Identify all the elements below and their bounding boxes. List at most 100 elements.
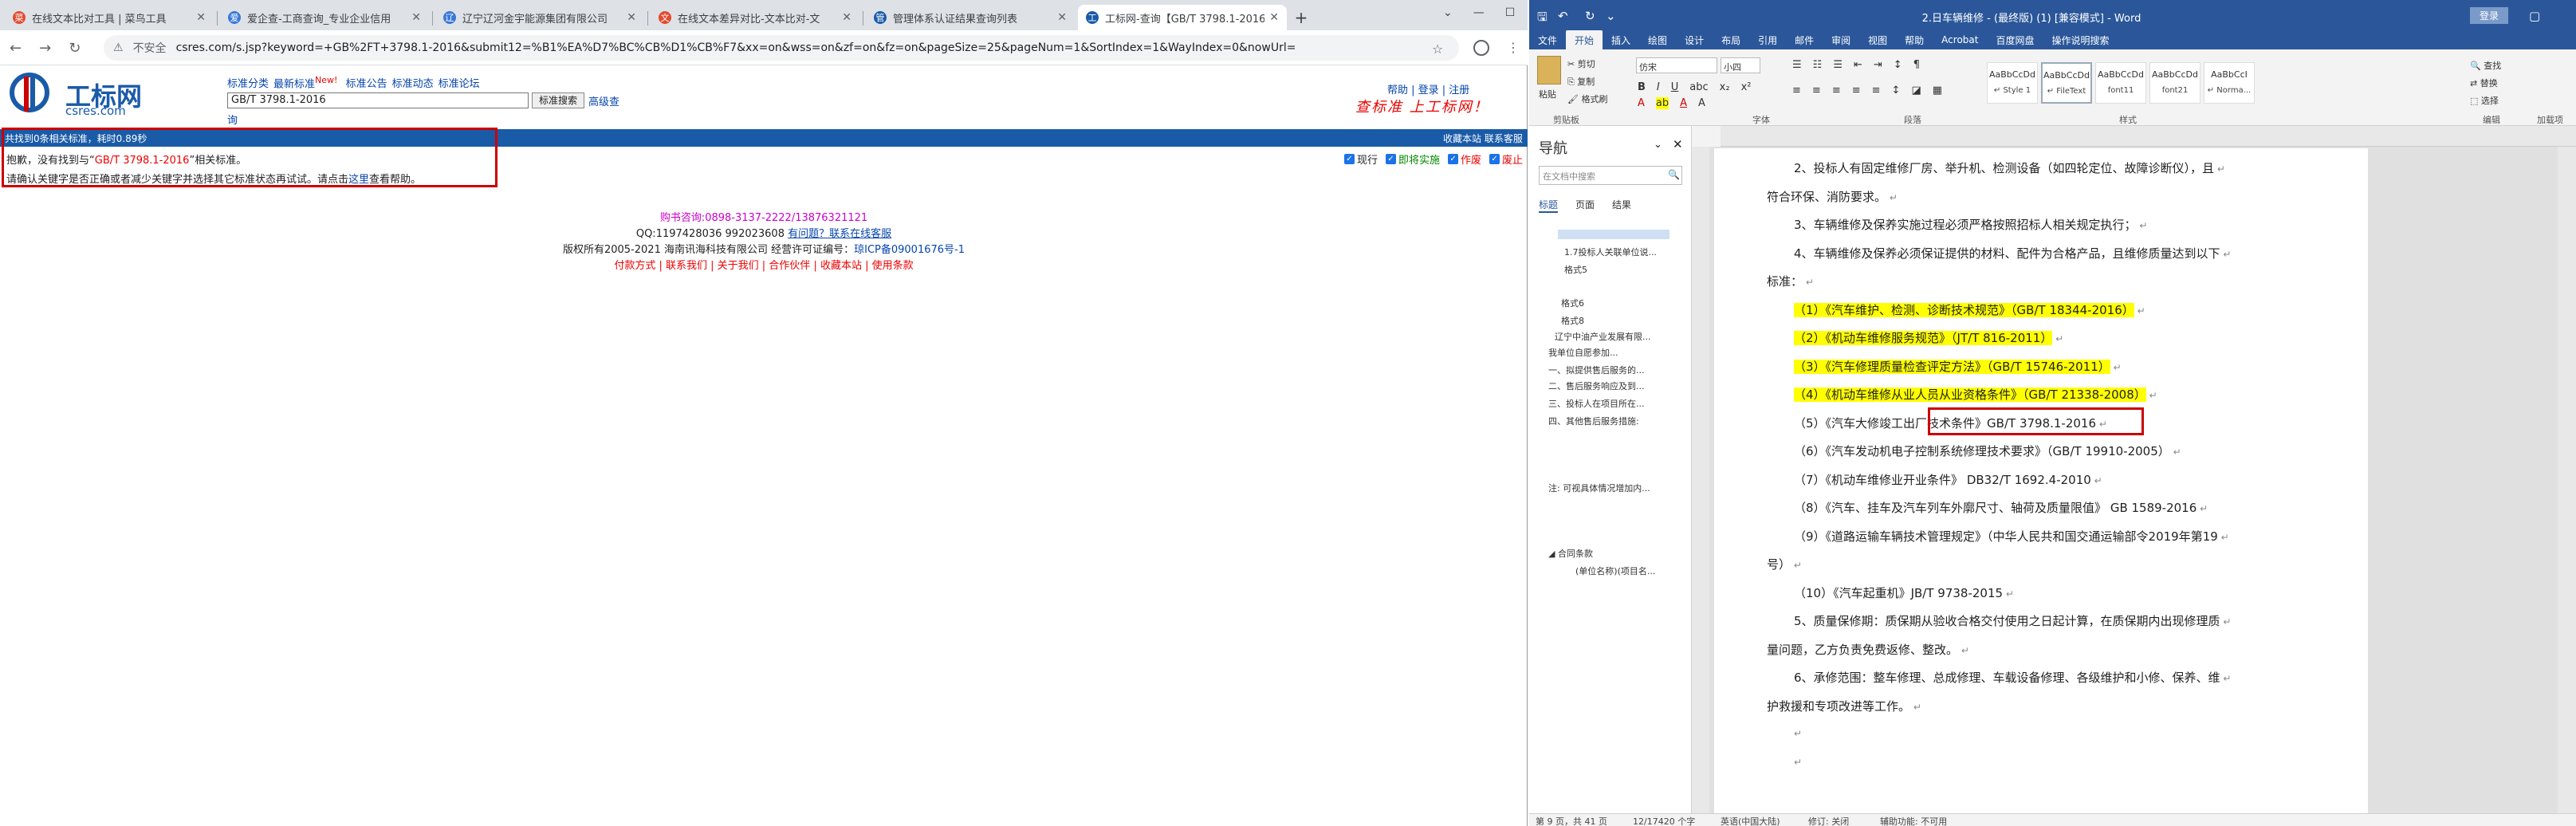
standard-search-input[interactable]: GB/T 3798.1-2016: [227, 92, 529, 108]
minimize-icon[interactable]: —: [1473, 6, 1485, 19]
new-tab-plus-icon[interactable]: +: [1292, 8, 1311, 27]
browser-tab-4[interactable]: 文 在线文本差异对比-文本比对-文 ✕: [651, 5, 859, 30]
nav-link-category[interactable]: 标准分类: [227, 78, 269, 90]
copy-button[interactable]: ⎘ 复制: [1567, 75, 1595, 88]
underline-icon[interactable]: U: [1671, 81, 1679, 93]
doc-paragraph-line[interactable]: （3）《汽车修理质量检查评定方法》（GB/T 15746-2011） ↵: [1794, 358, 2122, 375]
word-count[interactable]: 12/17420 个字: [1633, 815, 1695, 826]
browser-tab-1[interactable]: 菜 在线文本比对工具 | 菜鸟工具 ✕: [5, 5, 214, 30]
tab-draw[interactable]: 绘图: [1639, 30, 1676, 49]
nav-link-news[interactable]: 标准动态: [392, 78, 434, 90]
document-page[interactable]: 2、投标人有固定维修厂房、举升机、检测设备（如四轮定位、故障诊断仪），且 ↵ 符合…: [1714, 148, 2368, 826]
bookmark-star-icon[interactable]: ☆: [1432, 41, 1443, 57]
site-logo-domain[interactable]: csres.com: [65, 104, 126, 118]
tab-view[interactable]: 视图: [1859, 30, 1896, 49]
nav-heading-item[interactable]: 我单位自愿参加...: [1548, 346, 1692, 359]
address-bar[interactable]: ⚠ 不安全 csres.com/s.jsp?keyword=+GB%2FT+37…: [104, 35, 1459, 61]
font-color-icon[interactable]: A: [1680, 97, 1687, 109]
vertical-ruler[interactable]: [1692, 147, 1709, 813]
nav-heading-item[interactable]: 1.7投标人关联单位说...: [1564, 246, 1708, 258]
italic-icon[interactable]: I: [1657, 81, 1660, 93]
numbering-icon[interactable]: ☷: [1813, 59, 1823, 71]
search-icon[interactable]: 🔍: [1668, 169, 1680, 180]
back-arrow-icon[interactable]: ←: [10, 40, 22, 57]
doc-paragraph-line[interactable]: 号） ↵: [1767, 556, 1802, 572]
nav-heading-item[interactable]: 辽宁中油产业发展有限...: [1555, 330, 1698, 343]
customize-icon[interactable]: ⌄: [1606, 9, 1616, 23]
doc-paragraph-line[interactable]: ↵: [1794, 726, 1802, 740]
doc-paragraph-line[interactable]: （1）《汽车维护、检测、诊断技术规范》（GB/T 18344-2016） ↵: [1794, 301, 2145, 318]
checkbox-checked-icon[interactable]: ✓: [1448, 154, 1459, 164]
nav-link-latest[interactable]: 最新标准: [273, 78, 315, 90]
align-right-icon[interactable]: ≡: [1832, 85, 1841, 96]
decrease-indent-icon[interactable]: ⇤: [1854, 59, 1862, 71]
doc-paragraph-line[interactable]: 4、车辆维修及保养必须保证提供的材料、配件为合格产品，且维修质量达到以下 ↵: [1794, 245, 2231, 262]
highlight-icon[interactable]: ab: [1655, 97, 1669, 109]
browser-tab-3[interactable]: 辽 辽宁辽河金宇能源集团有限公司 ✕: [435, 5, 644, 30]
doc-paragraph-line[interactable]: （2）《机动车维修服务规范》（JT/T 816-2011） ↵: [1794, 329, 2063, 346]
tab-review[interactable]: 审阅: [1823, 30, 1859, 49]
nav-heading-item[interactable]: 注: 可视具体情况增加内...: [1548, 482, 1692, 494]
undo-icon[interactable]: ↶: [1558, 9, 1568, 23]
close-icon[interactable]: ✕: [1269, 11, 1279, 24]
close-icon[interactable]: ✕: [411, 11, 421, 24]
doc-paragraph-line[interactable]: （10）《汽车起重机》JB/T 9738-2015 ↵: [1794, 584, 2014, 601]
nav-heading-item[interactable]: 格式5: [1564, 263, 1708, 276]
forward-arrow-icon[interactable]: →: [39, 40, 51, 57]
nav-heading-item[interactable]: ◢ 合同条款: [1548, 547, 1692, 560]
subscript-icon[interactable]: x₂: [1720, 81, 1730, 93]
doc-paragraph-line[interactable]: 6、承修范围：整车修理、总成修理、车载设备修理、各级维护和小修、保养、维 ↵: [1794, 669, 2231, 686]
close-icon[interactable]: ✕: [196, 11, 206, 24]
font-name-select[interactable]: 仿宋: [1636, 57, 1717, 73]
csres-logo-icon[interactable]: [10, 70, 49, 120]
tab-design[interactable]: 设计: [1676, 30, 1713, 49]
replace-button[interactable]: ⇄ 替换: [2470, 77, 2498, 89]
nav-heading-item[interactable]: 一、拟提供售后服务的...: [1548, 364, 1692, 376]
style-font21[interactable]: AaBbCcDd font21: [2149, 62, 2200, 104]
nav-heading-item[interactable]: 格式8: [1561, 314, 1705, 327]
nav-close-icon[interactable]: ✕: [1673, 137, 1683, 151]
login-button[interactable]: 登录: [2470, 7, 2509, 24]
paste-label[interactable]: 粘贴: [1539, 88, 1556, 100]
doc-paragraph-line[interactable]: 5、质量保修期：质保期从验收合格交付使用之日起计算，在质保期内出现修理质 ↵: [1794, 612, 2231, 629]
doc-paragraph-line[interactable]: （9）《道路运输车辆技术管理规定》（中华人民共和国交通运输部令2019年第19 …: [1794, 528, 2229, 545]
redo-icon[interactable]: ↻: [1585, 9, 1595, 23]
doc-paragraph-line[interactable]: （4）《机动车维修从业人员从业资格条件》（GB/T 21338-2008） ↵: [1794, 386, 2157, 403]
style-style1[interactable]: AaBbCcDd ↵ Style 1: [1987, 62, 2038, 104]
doc-paragraph-line[interactable]: 2、投标人有固定维修厂房、举升机、检测设备（如四轮定位、故障诊断仪），且 ↵: [1794, 159, 2225, 176]
doc-paragraph-line[interactable]: 标准： ↵: [1767, 273, 1814, 289]
style-font11[interactable]: AaBbCcDd font11: [2095, 62, 2146, 104]
footer-link-list[interactable]: 付款方式 | 联系我们 | 关于我们 | 合作伙伴 | 收藏本站 | 使用条款: [614, 260, 913, 272]
doc-paragraph-line[interactable]: （8）《汽车、挂车及汽车列车外廓尺寸、轴荷及质量限值》 GB 1589-2016…: [1794, 499, 2208, 516]
warning-icon[interactable]: ⚠: [113, 41, 124, 54]
menu-icon[interactable]: ⋮: [1507, 40, 1520, 55]
align-center-icon[interactable]: ≡: [1812, 85, 1821, 96]
close-icon[interactable]: ✕: [1057, 11, 1067, 24]
tab-baidu[interactable]: 百度网盘: [1987, 30, 2043, 49]
tab-insert[interactable]: 插入: [1603, 30, 1639, 49]
nav-link-notice[interactable]: 标准公告: [346, 78, 387, 90]
nav-heading-item[interactable]: 格式6: [1561, 297, 1705, 309]
borders-icon[interactable]: ▦: [1933, 85, 1942, 96]
bullets-icon[interactable]: ☰: [1792, 59, 1802, 71]
close-icon[interactable]: ✕: [627, 11, 636, 24]
doc-paragraph-line[interactable]: （7）《机动车维修业开业条件》 DB32/T 1692.4-2010 ↵: [1794, 471, 2102, 488]
reload-icon[interactable]: ↻: [69, 40, 81, 57]
checkbox-checked-icon[interactable]: ✓: [1489, 154, 1500, 164]
ribbon-display-icon[interactable]: ▢: [2529, 9, 2540, 23]
char-shading-icon[interactable]: A: [1698, 97, 1705, 109]
nav-tab-results[interactable]: 结果: [1612, 198, 1631, 213]
collapse-triangle-icon[interactable]: ◢: [1548, 549, 1558, 559]
sort-icon[interactable]: ↕: [1894, 59, 1902, 71]
checkbox-checked-icon[interactable]: ✓: [1386, 154, 1397, 164]
help-login-register-links[interactable]: 帮助 | 登录 | 注册: [1387, 81, 1469, 96]
tab-references[interactable]: 引用: [1749, 30, 1786, 49]
doc-paragraph-line[interactable]: （6）《汽车发动机电子控制系统修理技术要求》（GB/T 19910-2005） …: [1794, 442, 2181, 459]
nav-options-icon[interactable]: ⌄: [1654, 139, 1662, 151]
profile-icon[interactable]: [1473, 40, 1489, 56]
nav-heading-item[interactable]: 二、售后服务响应及到...: [1548, 380, 1692, 392]
style-filetext[interactable]: AaBbCcDd ↵ FileText: [2041, 62, 2092, 104]
paste-icon[interactable]: [1537, 56, 1561, 85]
browser-tab-5[interactable]: 管 管理体系认证结果查询列表 ✕: [866, 5, 1075, 30]
track-changes-status[interactable]: 修订: 关闭: [1808, 815, 1849, 826]
